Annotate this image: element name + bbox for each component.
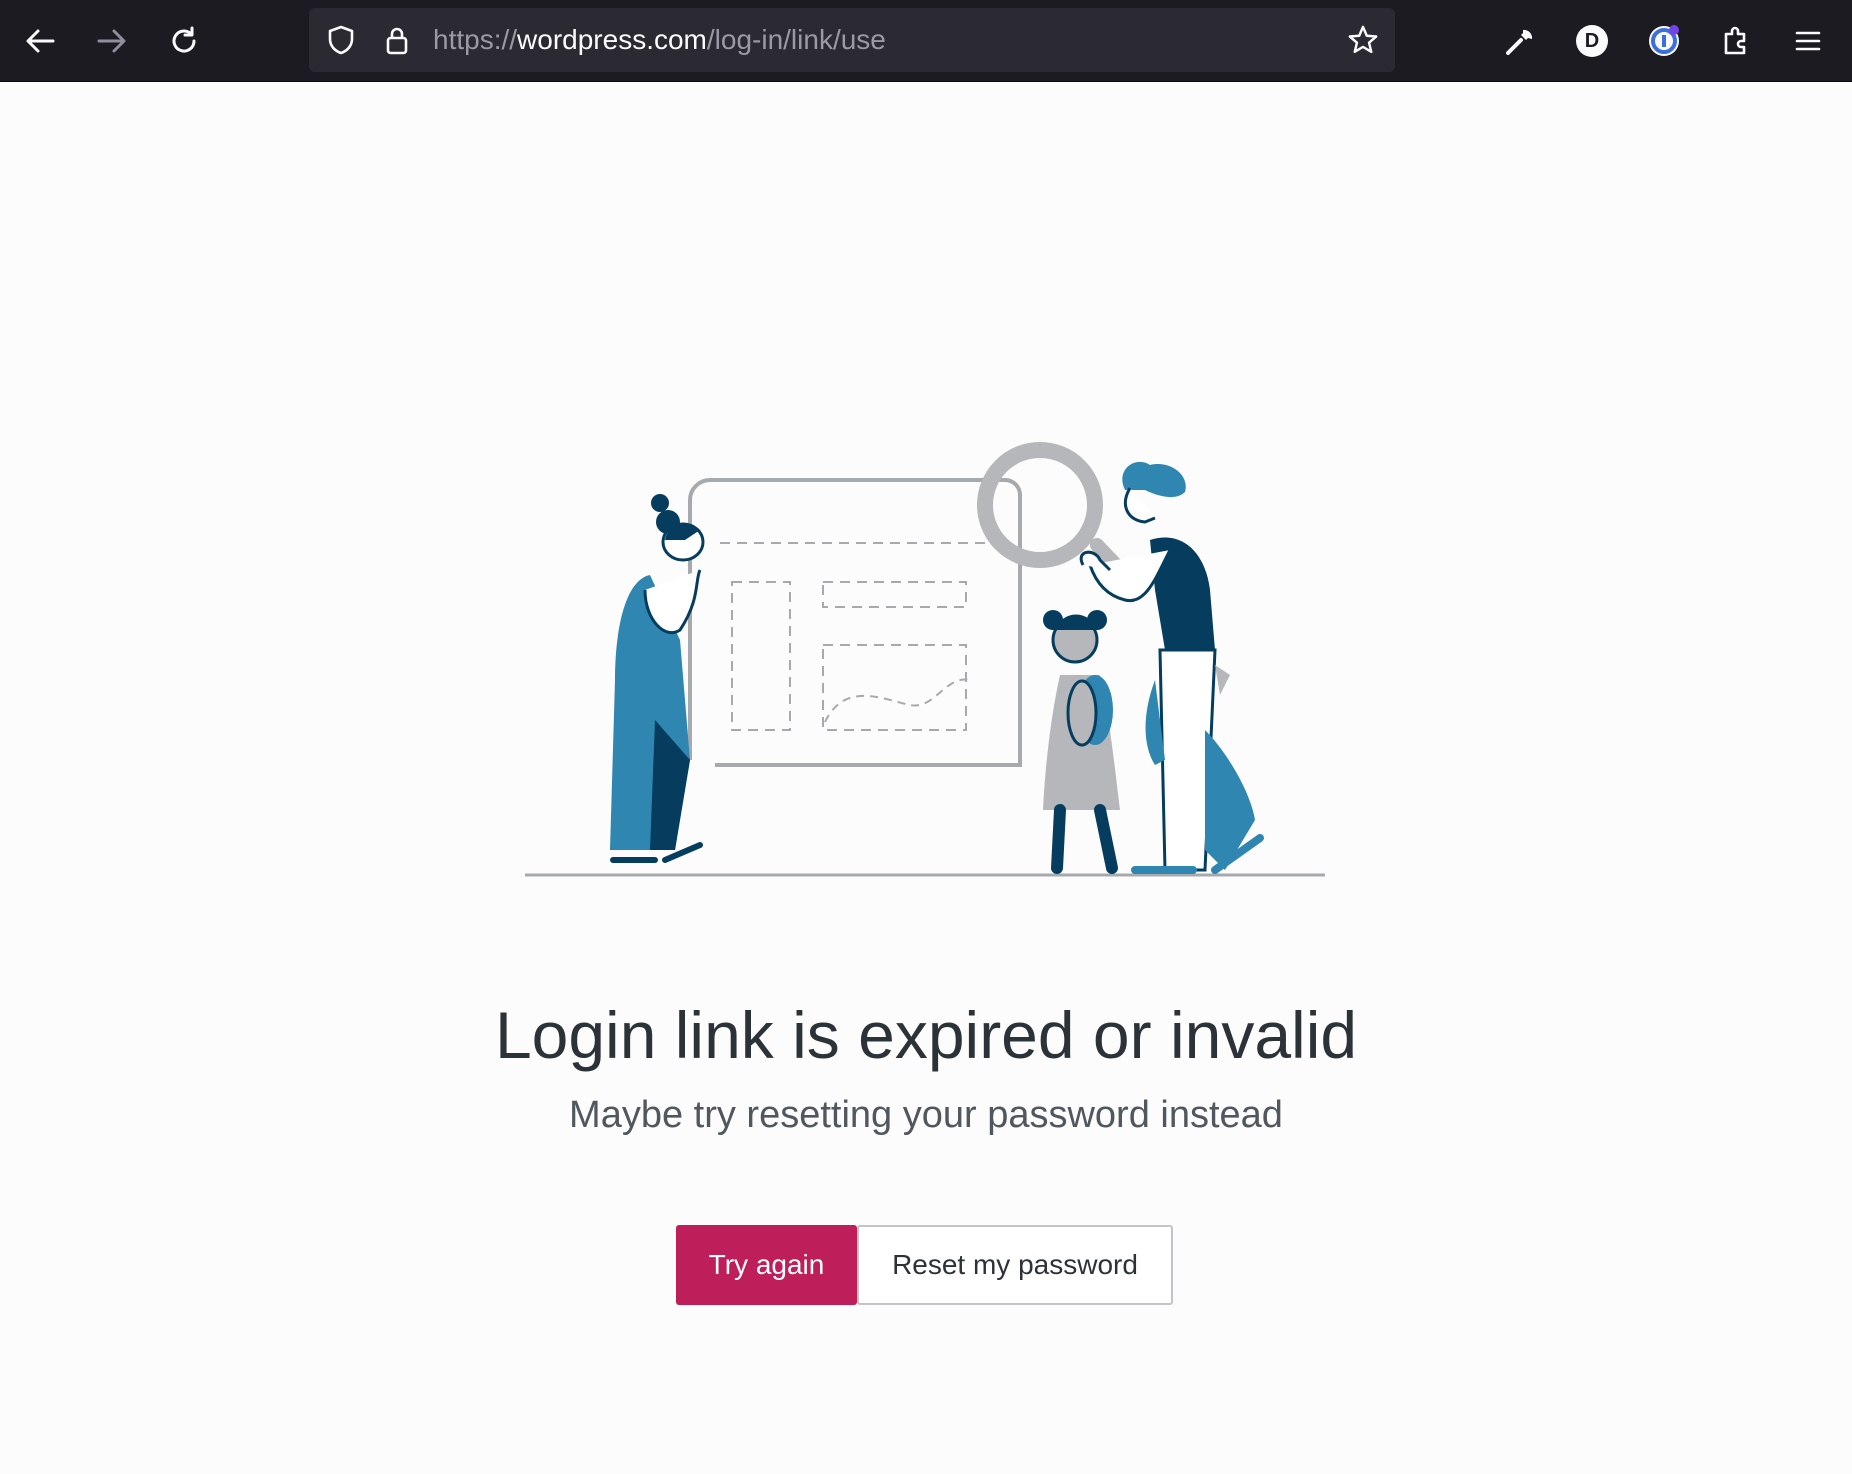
action-buttons: Try again Reset my password <box>676 1225 1173 1305</box>
page-subtitle: Maybe try resetting your password instea… <box>569 1094 1283 1136</box>
reload-icon <box>172 26 196 53</box>
browser-toolbar: https://wordpress.com/log-in/link/use D <box>0 0 1852 82</box>
extension-button[interactable] <box>1640 17 1688 65</box>
forward-button[interactable] <box>88 17 136 65</box>
menu-button[interactable] <box>1784 17 1832 65</box>
extensions-button[interactable] <box>1712 17 1760 65</box>
url-text[interactable]: https://wordpress.com/log-in/link/use <box>433 8 886 72</box>
url-path: /log-in/link/use <box>706 24 886 55</box>
circle-extension-icon <box>1649 25 1679 56</box>
profile-button[interactable]: D <box>1568 17 1616 65</box>
reset-password-button[interactable]: Reset my password <box>857 1225 1173 1305</box>
hamburger-icon <box>1795 31 1821 51</box>
wrench-icon <box>1506 29 1533 55</box>
bookmark-button[interactable] <box>1347 24 1379 56</box>
puzzle-icon <box>1724 26 1746 55</box>
try-again-button[interactable]: Try again <box>676 1225 857 1305</box>
star-icon <box>1348 25 1378 54</box>
arrow-left-icon <box>26 29 55 53</box>
arrow-right-icon <box>97 29 126 53</box>
url-host: wordpress.com <box>517 24 707 55</box>
url-bar[interactable]: https://wordpress.com/log-in/link/use <box>309 8 1395 72</box>
lock-icon[interactable] <box>381 24 413 56</box>
back-button[interactable] <box>16 17 64 65</box>
page-title: Login link is expired or invalid <box>494 998 1358 1072</box>
url-scheme: https:// <box>433 24 518 55</box>
shield-icon[interactable] <box>325 24 357 56</box>
avatar-icon: D <box>1576 25 1608 57</box>
expired-link-illustration <box>525 442 1325 877</box>
tools-button[interactable] <box>1496 17 1544 65</box>
reload-button[interactable] <box>160 17 208 65</box>
